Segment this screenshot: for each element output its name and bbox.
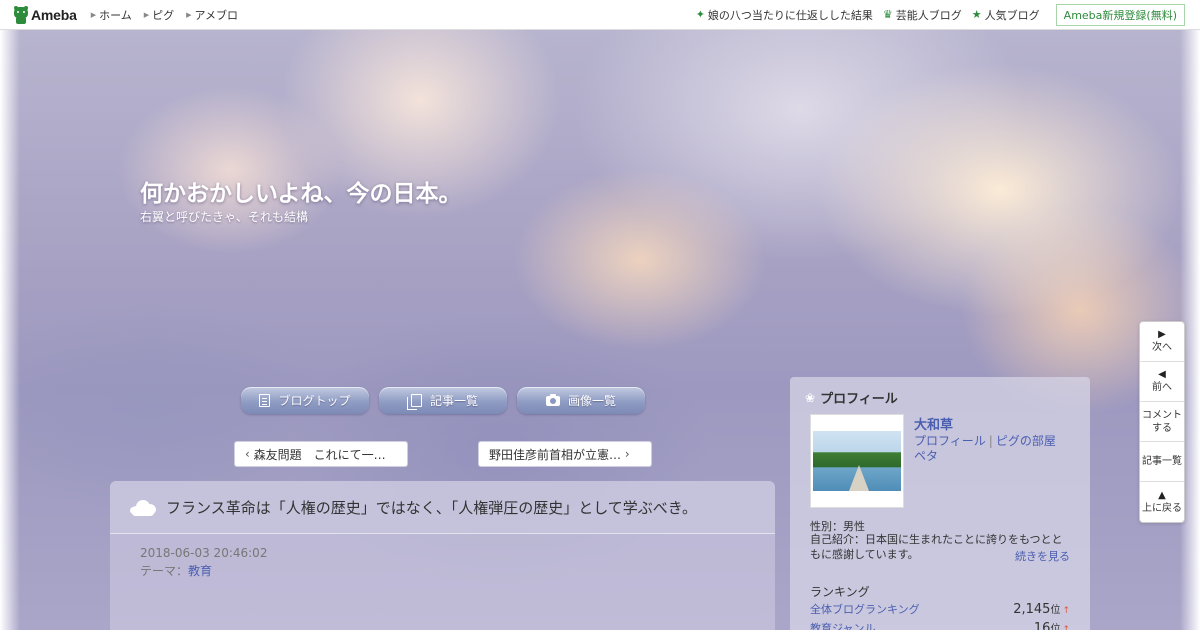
pager-label: 森友問題 これにて一… [253, 447, 386, 462]
read-more-link[interactable]: 続きを見る [1015, 548, 1070, 564]
triangle-right-icon: ▶ [186, 10, 192, 19]
side-entry-list-button[interactable]: 記事一覧 [1140, 442, 1184, 482]
triangle-right-icon: ▶ [1158, 329, 1166, 340]
crown-icon: ♛ [882, 8, 893, 21]
ranking-unit: 位 [1050, 605, 1061, 616]
logo-text: Ameba [31, 6, 77, 23]
previous-entry-button[interactable]: ◀ 前へ [1140, 362, 1184, 402]
ranking-value-group: 16位 ↑ [1034, 620, 1070, 630]
next-article-link[interactable]: 野田佳彦前首相が立憲… › [478, 441, 652, 467]
triangle-up-icon: ▲ [1158, 489, 1166, 501]
celebrity-blog-link[interactable]: ♛ 芸能人ブログ [883, 7, 962, 23]
profile-link[interactable]: プロフィール [914, 434, 986, 448]
arrow-up-icon: ↑ [1062, 625, 1070, 630]
article-card: フランス革命は「人権の歴史」ではなく、「人権弾圧の歴史」として学ぶべき。 201… [110, 481, 775, 630]
ranking-heading: ランキング [810, 585, 870, 599]
blog-top-button[interactable]: ブログトップ [241, 387, 369, 414]
flower-icon: ❀ [805, 390, 816, 405]
article-title[interactable]: フランス革命は「人権の歴史」ではなく、「人権弾圧の歴史」として学ぶべき。 [166, 497, 697, 518]
pager-label: 野田佳彦前首相が立憲… [489, 447, 622, 462]
ranking-value-group: 2,145位 ↑ [1013, 601, 1070, 617]
profile-avatar[interactable] [810, 414, 904, 508]
article-theme: テーマ：教育 [140, 562, 212, 579]
document-icon [259, 394, 271, 407]
cloud-icon [128, 496, 158, 518]
popular-blog-link[interactable]: ★ 人気ブログ [972, 7, 1040, 23]
background-fade-left [0, 30, 20, 630]
link-label: 娘の八つ当たりに仕返しした結果 [707, 8, 873, 22]
chevron-left-icon: ‹ [245, 447, 250, 461]
menu-label: 前へ [1152, 382, 1172, 393]
nav-label: アメブロ [194, 8, 238, 22]
link-separator: | [988, 434, 993, 448]
documents-icon [406, 394, 422, 410]
theme-label: テーマ： [140, 564, 189, 578]
ranking-value: 16 [1033, 621, 1051, 630]
link-label: 芸能人ブログ [895, 8, 962, 22]
comment-button[interactable]: コメント する [1140, 402, 1184, 442]
ameba-logo[interactable]: Ameba [13, 5, 77, 24]
button-label: 記事一覧 [429, 394, 478, 408]
nav-label: ホーム [99, 8, 132, 22]
floating-side-menu: ▶ 次へ ◀ 前へ コメント する 記事一覧 ▲ 上に戻る [1139, 321, 1185, 523]
profile-heading: ❀ プロフィール [805, 388, 898, 408]
link-label: 人気ブログ [984, 8, 1040, 22]
chevron-right-icon: › [624, 447, 630, 461]
article-date: 2018-06-03 20:46:02 [140, 546, 268, 560]
camera-icon [545, 393, 560, 406]
avatar-image [813, 431, 901, 491]
peta-link[interactable]: ペタ [914, 449, 938, 463]
profile-widget: ❀ プロフィール 大和草 プロフィール | ピグの部屋 ペタ 性別：男性 自己紹介：… [790, 377, 1090, 630]
menu-label: コメント [1142, 409, 1182, 421]
article-header: フランス革命は「人権の歴史」ではなく、「人権弾圧の歴史」として学ぶべき。 [110, 481, 775, 534]
signup-button[interactable]: Ameba新規登録(無料) [1055, 3, 1185, 26]
triangle-left-icon: ◀ [1158, 369, 1166, 380]
button-label: ブログトップ [278, 394, 351, 408]
image-list-button[interactable]: 画像一覧 [517, 387, 645, 414]
blog-description: 右翼と呼びたきゃ、それも結構 [140, 210, 309, 224]
menu-label: 上に戻る [1142, 502, 1182, 514]
profile-name[interactable]: 大和草 [914, 414, 953, 433]
profile-heading-label: プロフィール [820, 392, 898, 407]
triangle-right-icon: ▶ [90, 10, 97, 19]
ranking-row: 教育ジャンル 16位 ↑ [810, 620, 1070, 630]
previous-article-link[interactable]: ‹ 森友問題 これにて一… [234, 441, 408, 467]
ranking-label[interactable]: 教育ジャンル [810, 620, 875, 630]
next-entry-button[interactable]: ▶ 次へ [1140, 322, 1184, 362]
featured-article-link[interactable]: ✦ 娘の八つ当たりに仕返しした結果 [696, 7, 873, 23]
back-to-top-button[interactable]: ▲ 上に戻る [1140, 482, 1184, 522]
global-header: Ameba ▶ ホーム ▶ ピグ ▶ アメブロ ✦ 娘の八つ当たりに仕返しした結果 ♛ 芸… [0, 0, 1200, 30]
ranking-label[interactable]: 全体ブログランキング [810, 601, 920, 617]
profile-links: プロフィール | ピグの部屋 ペタ [914, 434, 1064, 464]
triangle-right-icon: ▶ [143, 10, 150, 19]
header-right-links: ✦ 娘の八つ当たりに仕返しした結果 ♛ 芸能人ブログ ★ 人気ブログ Ameba新規登… [696, 3, 1200, 26]
entry-list-button[interactable]: 記事一覧 [379, 387, 507, 414]
ameba-mascot-icon [13, 5, 29, 24]
ranking-value: 2,145 [1013, 602, 1051, 617]
menu-label: 次へ [1152, 342, 1172, 353]
ranking-row: 全体ブログランキング 2,145位 ↑ [810, 601, 1070, 617]
sparkle-icon: ✦ [695, 8, 705, 21]
button-label: 画像一覧 [567, 394, 616, 408]
arrow-up-icon: ↑ [1062, 606, 1070, 616]
menu-label: する [1152, 422, 1172, 434]
ranking-unit: 位 [1050, 624, 1061, 630]
blog-title[interactable]: 何かおかしいよね、今の日本。 [140, 174, 462, 208]
star-icon: ★ [971, 8, 982, 21]
menu-label: 記事一覧 [1142, 456, 1182, 467]
nav-home-link[interactable]: ▶ ホーム [91, 7, 132, 23]
nav-label: ピグ [152, 8, 175, 22]
pigg-room-link[interactable]: ピグの部屋 [996, 434, 1056, 448]
theme-link[interactable]: 教育 [188, 564, 212, 578]
nav-pigg-link[interactable]: ▶ ピグ [144, 7, 174, 23]
nav-ameblo-link[interactable]: ▶ アメブロ [186, 7, 238, 23]
